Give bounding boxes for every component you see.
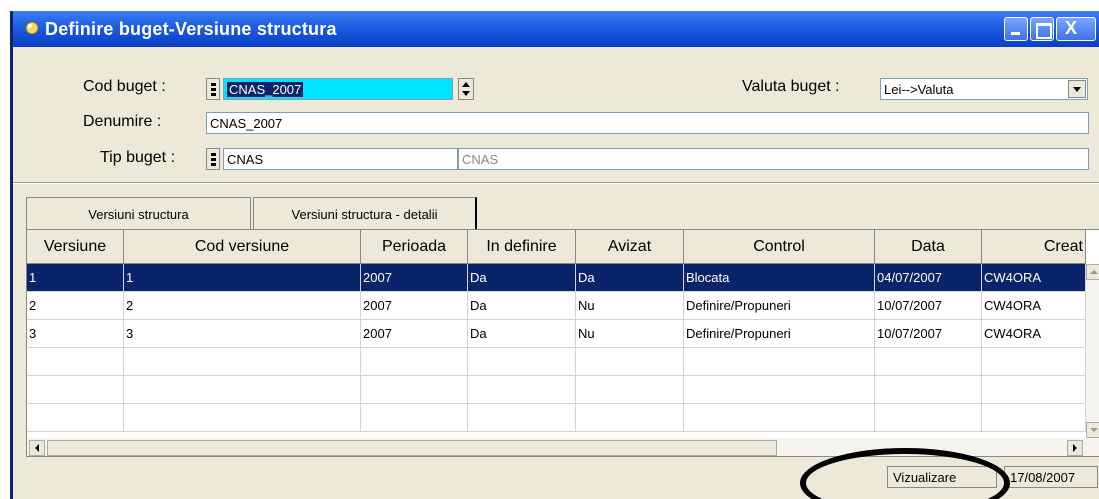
chevron-down-icon[interactable] — [1068, 80, 1086, 98]
grid-cell[interactable] — [468, 348, 576, 376]
cod-buget-value: CNAS_2007 — [227, 82, 304, 97]
valuta-buget-select[interactable]: Lei-->Valuta — [880, 78, 1088, 100]
grid-cell[interactable] — [124, 348, 361, 376]
grid-cell[interactable] — [875, 348, 982, 376]
grid-cell[interactable] — [27, 404, 124, 432]
column-header-data[interactable]: Data — [875, 230, 982, 264]
grid-cell[interactable]: CW4ORA — [982, 264, 1086, 292]
denumire-label: Denumire : — [83, 113, 162, 130]
grid-cell[interactable] — [27, 348, 124, 376]
main-window: Definire buget-Versiune structura X Cod … — [10, 11, 1099, 499]
minimize-button[interactable] — [1004, 17, 1028, 41]
grid-cell[interactable]: 3 — [124, 320, 361, 348]
grid-cell[interactable] — [468, 404, 576, 432]
cod-buget-input[interactable]: CNAS_2007 — [223, 78, 453, 100]
grid-cell[interactable] — [361, 348, 468, 376]
column-header-cod-versiune[interactable]: Cod versiune — [124, 230, 361, 264]
tip-buget-description-text: CNAS — [462, 152, 499, 167]
tab-versiuni-structura-detalii[interactable]: Versiuni structura - detalii — [253, 197, 477, 229]
grid-cell[interactable] — [468, 376, 576, 404]
grid-cell[interactable]: 1 — [27, 264, 124, 292]
tab-versiuni-structura[interactable]: Versiuni structura — [26, 197, 251, 229]
grid-cell[interactable]: 2 — [124, 292, 361, 320]
grid-cell[interactable] — [684, 404, 875, 432]
grid-cell[interactable]: 2007 — [361, 264, 468, 292]
cod-buget-spinner[interactable] — [458, 78, 474, 100]
grid-cell[interactable] — [576, 348, 684, 376]
tip-buget-lov-button[interactable] — [206, 148, 220, 170]
column-header-versiune[interactable]: Versiune — [27, 230, 124, 264]
grid-cell[interactable] — [982, 348, 1086, 376]
valuta-buget-value: Lei-->Valuta — [884, 82, 954, 97]
grid-cell[interactable]: Da — [468, 320, 576, 348]
denumire-input[interactable]: CNAS_2007 — [206, 112, 1089, 134]
grid-cell[interactable] — [124, 404, 361, 432]
chevron-up-icon — [1090, 270, 1098, 274]
grid-cell[interactable] — [982, 376, 1086, 404]
grid-cell[interactable] — [982, 404, 1086, 432]
versions-grid: Versiune Cod versiune Perioada In defini… — [26, 229, 1099, 457]
grid-cell[interactable]: Da — [576, 264, 684, 292]
grid-cell[interactable]: CW4ORA — [982, 320, 1086, 348]
grid-cell[interactable] — [875, 404, 982, 432]
grid-cell[interactable]: 3 — [27, 320, 124, 348]
vertical-scrollbar[interactable] — [1086, 264, 1099, 438]
tip-buget-label: Tip buget : — [100, 149, 176, 166]
chevron-left-icon — [35, 444, 39, 452]
tab-label: Versiuni structura — [88, 207, 189, 222]
maximize-button[interactable] — [1030, 17, 1054, 41]
column-header-creat[interactable]: Creat — [982, 230, 1086, 264]
title-bar[interactable]: Definire buget-Versiune structura X — [13, 11, 1099, 47]
grid-cell[interactable] — [124, 376, 361, 404]
grid-cell[interactable]: 1 — [124, 264, 361, 292]
grid-cell[interactable]: Blocata — [684, 264, 875, 292]
grid-cell[interactable] — [576, 376, 684, 404]
column-header-control[interactable]: Control — [684, 230, 875, 264]
grid-cell[interactable]: Definire/Propuneri — [684, 320, 875, 348]
app-icon — [25, 21, 39, 35]
grid-cell[interactable]: 10/07/2007 — [875, 320, 982, 348]
grid-cell[interactable]: 10/07/2007 — [875, 292, 982, 320]
scroll-up-button[interactable] — [1086, 264, 1099, 280]
grid-cell[interactable] — [361, 404, 468, 432]
separator — [13, 182, 1099, 184]
chevron-right-icon — [1073, 444, 1077, 452]
valuta-buget-label: Valuta buget : — [742, 78, 840, 95]
tip-buget-code-input[interactable]: CNAS — [223, 148, 458, 170]
status-date: 17/08/2007 — [1004, 466, 1098, 488]
scroll-right-button[interactable] — [1067, 440, 1083, 456]
grid-cell[interactable]: Definire/Propuneri — [684, 292, 875, 320]
grid-cell[interactable]: Nu — [576, 292, 684, 320]
column-header-in-definire[interactable]: In definire — [468, 230, 576, 264]
cod-buget-lov-button[interactable] — [206, 78, 220, 100]
tab-label: Versiuni structura - detalii — [291, 207, 438, 222]
horizontal-scroll-thumb[interactable] — [47, 440, 777, 456]
cod-buget-label: Cod buget : — [83, 78, 166, 95]
window-title: Definire buget-Versiune structura — [45, 19, 337, 39]
grid-cell[interactable] — [27, 376, 124, 404]
grid-cell[interactable]: 04/07/2007 — [875, 264, 982, 292]
scroll-left-button[interactable] — [29, 440, 45, 456]
grid-cell[interactable]: Da — [468, 292, 576, 320]
grid-cell[interactable]: 2 — [27, 292, 124, 320]
grid-cell[interactable] — [684, 348, 875, 376]
column-header-avizat[interactable]: Avizat — [576, 230, 684, 264]
denumire-value: CNAS_2007 — [210, 116, 283, 131]
grid-cell[interactable] — [684, 376, 875, 404]
column-header-perioada[interactable]: Perioada — [361, 230, 468, 264]
grid-cell[interactable]: Nu — [576, 320, 684, 348]
grid-cell[interactable]: CW4ORA — [982, 292, 1086, 320]
chevron-down-icon — [1090, 428, 1098, 432]
grid-cell[interactable]: 2007 — [361, 320, 468, 348]
grid-cell[interactable] — [361, 376, 468, 404]
scroll-down-button[interactable] — [1086, 422, 1099, 438]
grid-cell[interactable]: 2007 — [361, 292, 468, 320]
close-icon: X — [1065, 18, 1078, 38]
grid-cell[interactable] — [576, 404, 684, 432]
grid-cell[interactable] — [875, 376, 982, 404]
tip-buget-description: CNAS — [458, 148, 1089, 170]
tip-buget-code: CNAS — [227, 152, 264, 167]
close-button[interactable]: X — [1056, 17, 1096, 41]
grid-cell[interactable]: Da — [468, 264, 576, 292]
